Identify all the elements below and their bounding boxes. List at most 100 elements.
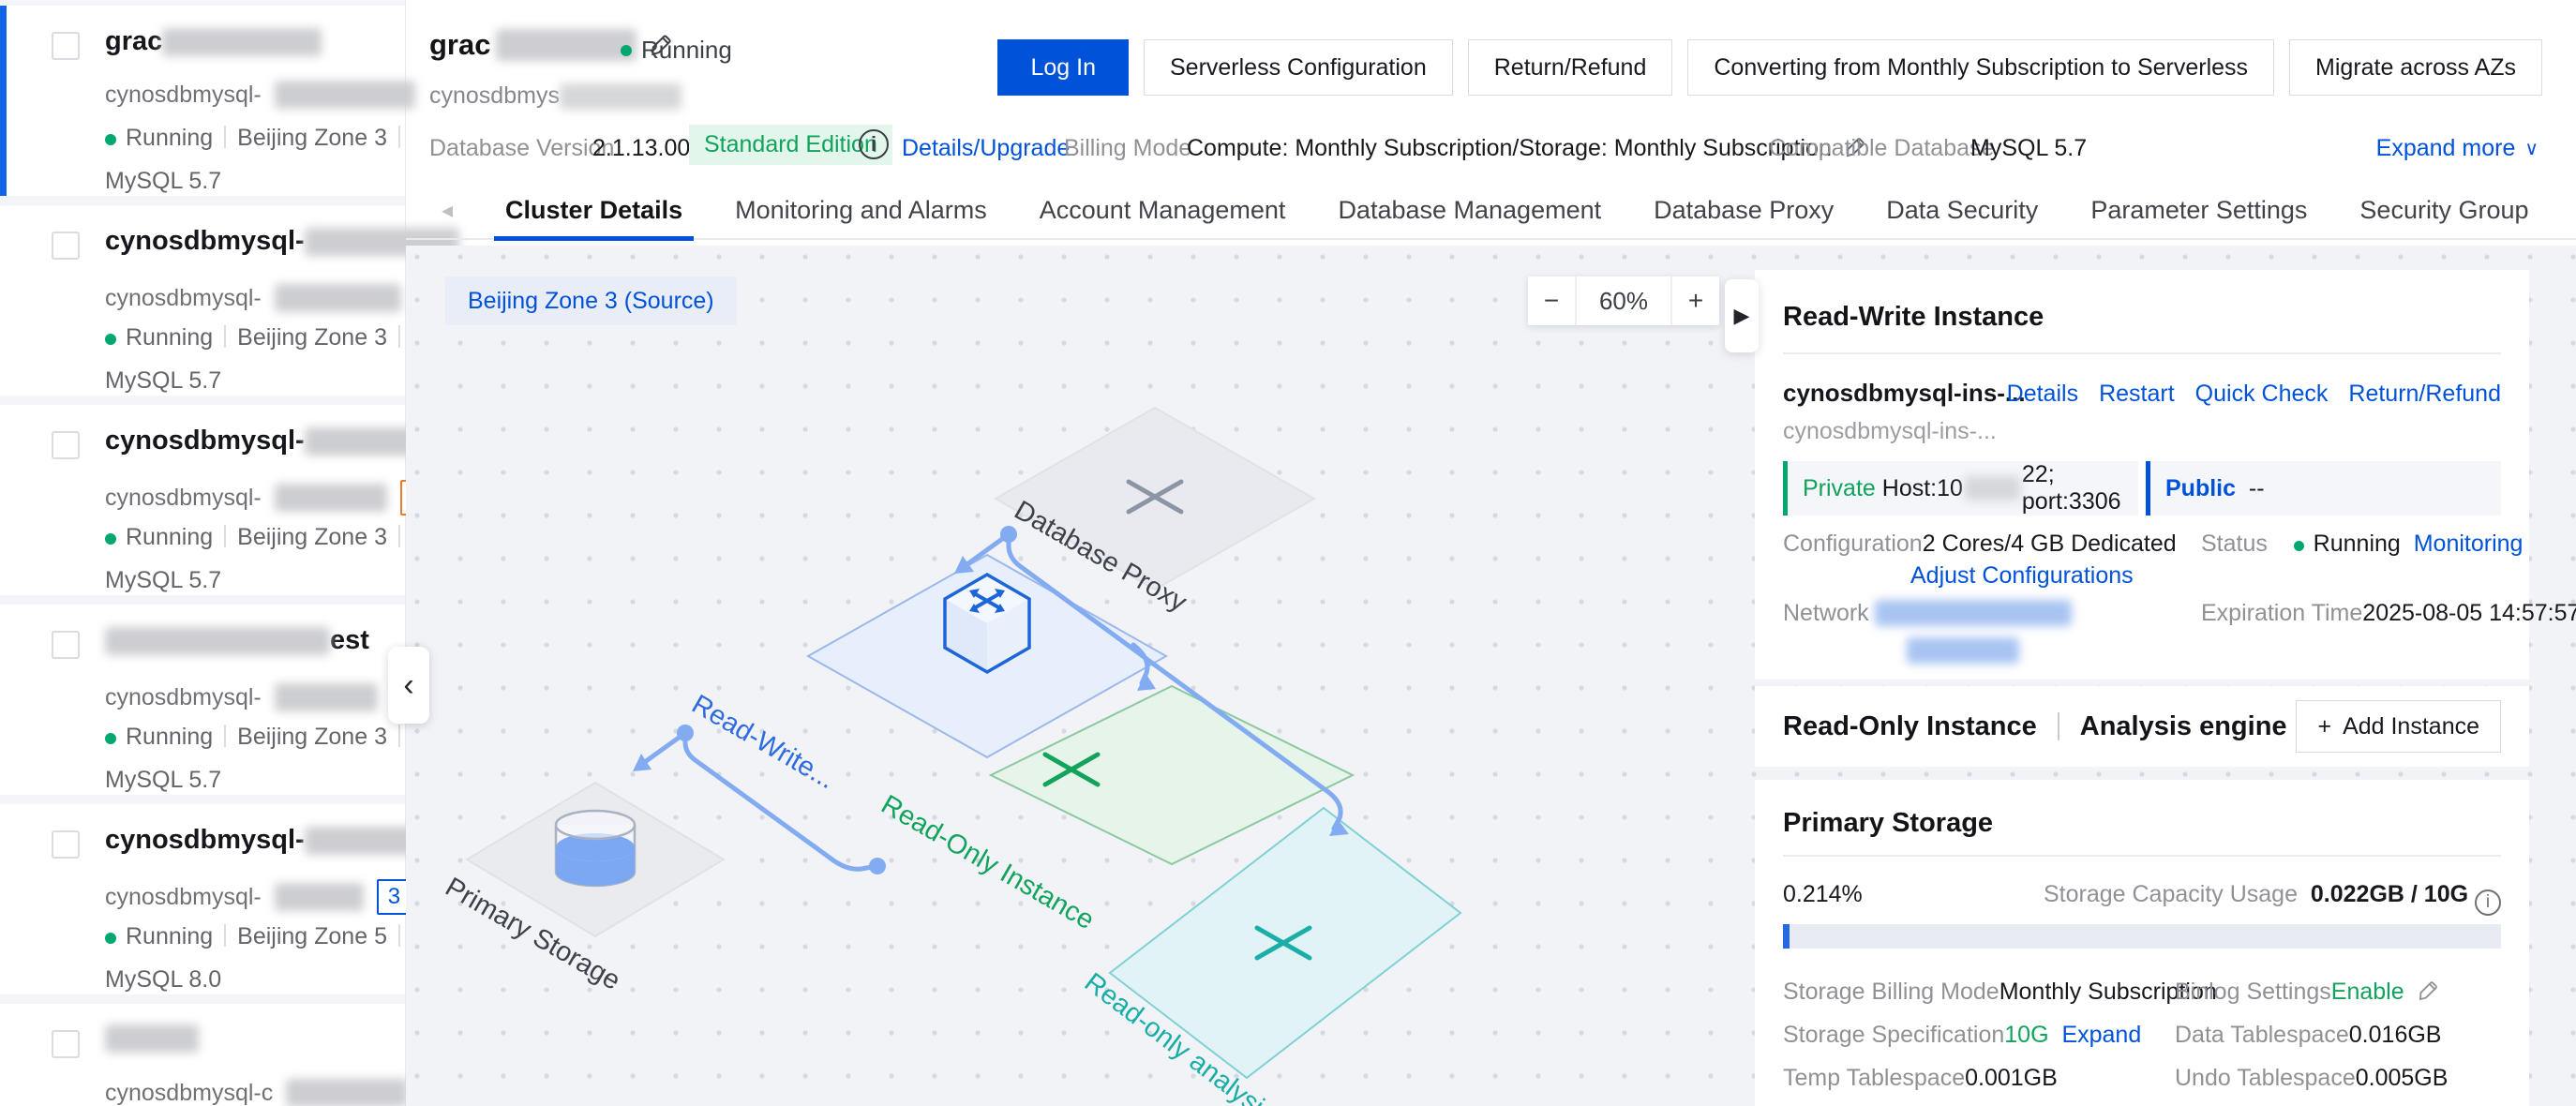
add-instance-button[interactable]: +Add Instance [2296,700,2501,753]
redacted-text [275,683,378,711]
tab-security-group[interactable]: Security Group [2359,181,2528,239]
storage-progress-fill [1783,924,1790,949]
cluster-checkbox[interactable] [52,431,80,459]
binlog-row: Binlog SettingsEnable [2175,979,2440,1006]
cluster-meta: RunningBeijing Zone 3MySQL 5.7 [105,516,428,602]
card-title: Primary Storage [1783,808,1993,839]
cluster-checkbox[interactable] [52,631,80,659]
instance-name: cynosdbmysql-ins-... [1783,379,2026,408]
return-refund-button[interactable]: Return/Refund [1468,39,1673,96]
cluster-id: cynosdbmysql-c [105,1079,408,1106]
storage-progress-bar [1783,924,2501,949]
compatible-db-value: MySQL 5.7 [1970,135,2087,162]
cluster-meta: RunningBeijing Zone 5MySQL 8.0 [105,915,428,1001]
public-address: Public -- [2146,461,2501,516]
divider [398,325,400,348]
tab-data-security[interactable]: Data Security [1886,181,2038,239]
status-row: Status Running Monitoring [2201,531,2523,558]
restart-link[interactable]: Restart [2099,381,2175,408]
compatible-db-label: Compatible Database [1769,135,1994,162]
cluster-list-item[interactable]: cynosdbmysql- cynosdbmysql-Renew Running… [0,405,405,595]
cluster-checkbox[interactable] [52,830,80,859]
expand-more-link[interactable]: Expand more∨ [2376,135,2539,162]
quick-check-link[interactable]: Quick Check [2195,381,2329,408]
cluster-status: Running [621,36,732,65]
cluster-topology-area: Database Proxy Read-Write... [406,246,2576,1106]
data-tablespace-row: Data Tablespace0.016GB [2175,1022,2441,1049]
tab-database-management[interactable]: Database Management [1338,181,1601,239]
read-write-instance-card: Read-Write Instance cynosdbmysql-ins-...… [1755,270,2529,680]
log-in-button[interactable]: Log In [997,39,1129,96]
zoom-in-button[interactable]: + [1672,276,1719,325]
divider [1783,352,2501,354]
network-label: Network [1783,600,1869,627]
redacted-text [275,284,401,312]
cluster-list-item[interactable]: grac cynosdbmysql- RunningBeijing Zone 3… [0,6,405,196]
storage-usage: Storage Capacity Usage 0.022GB / 10G i [2044,881,2501,916]
storage-cylinder-icon [556,811,635,886]
cluster-checkbox[interactable] [52,1030,80,1058]
expand-storage-link[interactable]: Expand [2061,1022,2141,1048]
tab-parameter-settings[interactable]: Parameter Settings [2090,181,2307,239]
private-address: Private Host:1022; port:3306 [1783,461,2138,516]
redacted-network-link[interactable] [1907,637,2019,664]
configuration-row: Configuration2 Cores/4 GB Dedicated [1783,531,2177,558]
edit-binlog-icon[interactable] [2416,979,2440,1003]
details-link[interactable]: Details [2007,381,2078,408]
cluster-tabs: ◂ Cluster Details Monitoring and Alarms … [406,182,2576,240]
db-version-label: Database Version [429,135,614,162]
tabs-scroll-left-icon[interactable]: ◂ [442,197,453,224]
tab-database-proxy[interactable]: Database Proxy [1654,181,1834,239]
info-icon[interactable]: i [2475,889,2501,916]
console-page: grac cynosdbmysql- RunningBeijing Zone 3… [0,0,2576,1106]
cluster-meta: RunningBeijing Zone 3MySQL 5.7 [105,715,428,801]
monitoring-link[interactable]: Monitoring [2414,531,2524,557]
return-refund-link[interactable]: Return/Refund [2348,381,2501,408]
divider [398,126,400,148]
temp-tablespace-row: Temp Tablespace0.001GB [1783,1065,2058,1092]
cluster-list-item[interactable]: cynosdbmysql- cynosdbmysql-3Proxy Runnin… [0,804,405,994]
storage-percent: 0.214% [1783,881,1863,908]
card-title: Read-Only InstanceAnalysis engine [1783,686,2287,767]
zoom-out-button[interactable]: − [1528,276,1575,325]
cluster-checkbox[interactable] [52,32,80,60]
panel-collapse-button[interactable]: ▶ [1725,279,1759,352]
status-dot-icon [621,45,632,56]
tab-account-management[interactable]: Account Management [1040,181,1286,239]
adjust-configurations-link[interactable]: Adjust Configurations [1910,562,2134,590]
divider [398,525,400,547]
migrate-across-azs-button[interactable]: Migrate across AZs [2289,39,2542,96]
serverless-configuration-button[interactable]: Serverless Configuration [1144,39,1453,96]
cluster-checkbox[interactable] [52,232,80,260]
card-title: Read-Write Instance [1783,302,2044,333]
chevron-down-icon: ∨ [2524,137,2539,160]
storage-spec-row: Storage Specification10G Expand [1783,1022,2141,1049]
cluster-title [105,1024,199,1053]
redacted-text [105,1024,199,1053]
status-dot-icon [105,733,116,744]
cluster-list-item[interactable]: cynosdbmysql- cynosdbmysql-2 RunningBeij… [0,205,405,396]
status-dot-icon [105,334,116,345]
redacted-text [275,883,364,911]
redacted-network-link[interactable] [1875,600,2072,626]
cluster-list-item[interactable]: est cynosdbmysql-Renew RunningBeijing Zo… [0,605,405,795]
info-icon[interactable]: i [859,129,889,159]
cluster-list-item[interactable]: cynosdbmysql-c [0,1004,405,1106]
redacted-text [496,29,637,61]
status-dot-icon [105,134,116,145]
redacted-text [275,81,415,109]
divider [224,525,226,547]
tab-cluster-details[interactable]: Cluster Details [505,181,682,239]
instance-actions: Details Restart Quick Check Return/Refun… [2007,381,2501,408]
details-upgrade-link[interactable]: Details/Upgrade [902,135,1070,162]
cluster-meta: RunningBeijing Zone 3MySQL 5.7 [105,316,428,402]
redacted-text [1965,476,2020,501]
redacted-text [105,627,330,655]
status-dot-icon [105,533,116,545]
tab-monitoring-alarms[interactable]: Monitoring and Alarms [735,181,987,239]
expiration-row: Expiration Time2025-08-05 14:57:57 [2201,600,2576,627]
redacted-text [162,28,322,56]
convert-to-serverless-button[interactable]: Converting from Monthly Subscription to … [1687,39,2274,96]
cluster-title: grac [105,26,322,57]
sidebar-collapse-button[interactable]: ‹ [388,647,429,724]
